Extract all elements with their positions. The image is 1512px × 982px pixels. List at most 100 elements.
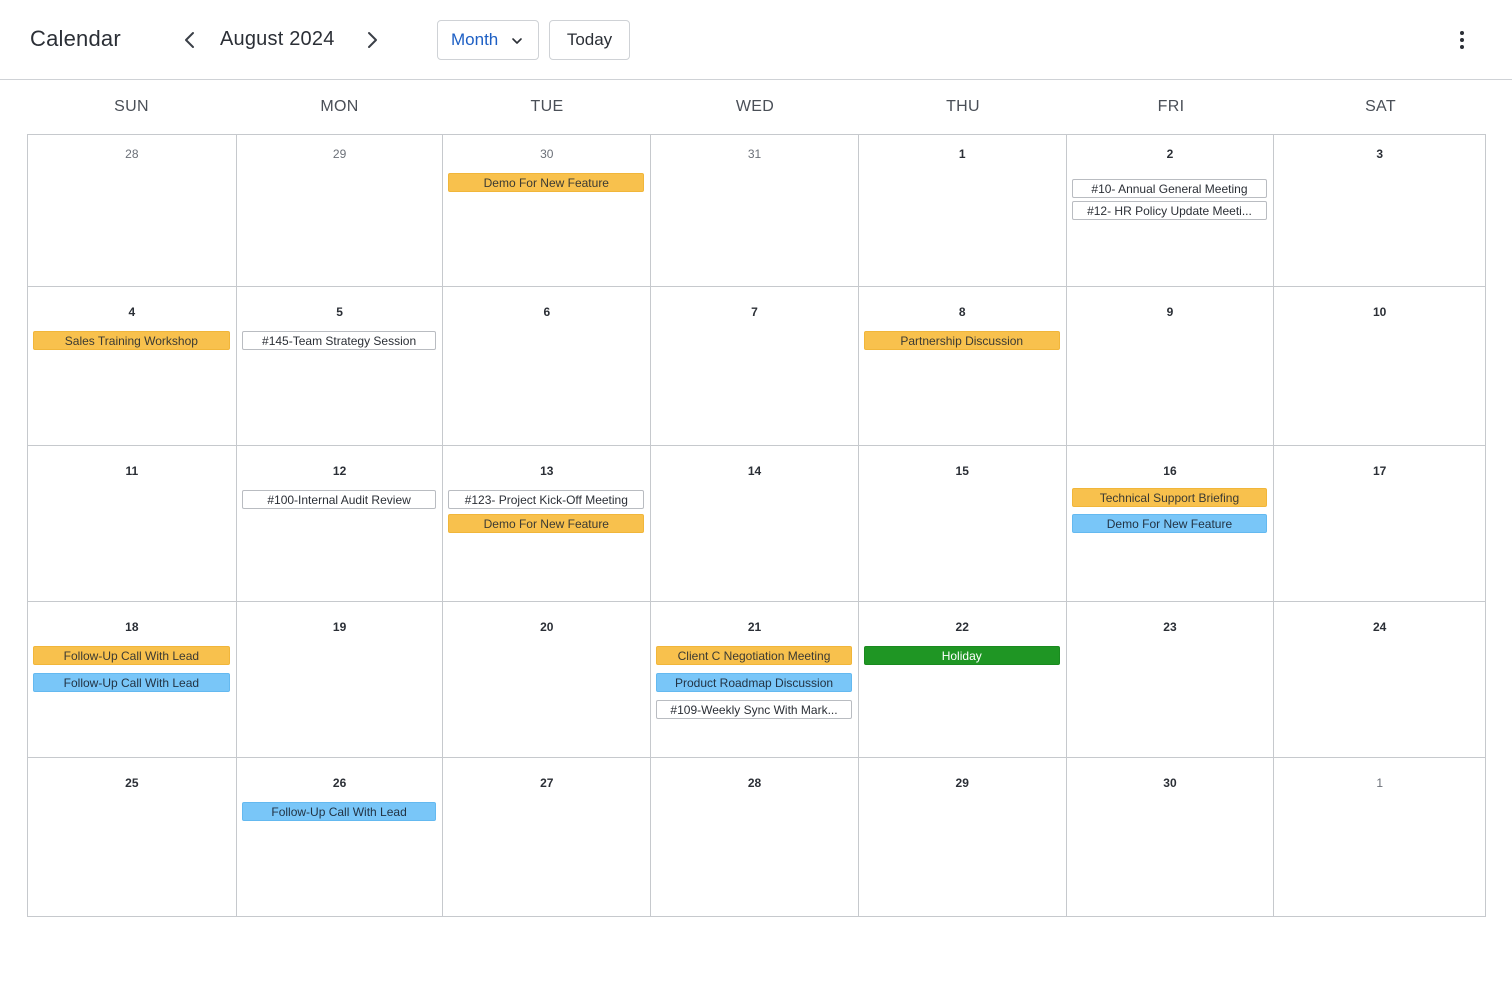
day-cell[interactable]: 28: [651, 758, 859, 916]
week-row: 25 26 Follow-Up Call With Lead 27 28 29 30 1: [28, 758, 1485, 916]
day-cell[interactable]: 30: [1067, 758, 1275, 916]
calendar-event[interactable]: Holiday: [863, 646, 1060, 665]
day-cell[interactable]: 10: [1274, 287, 1486, 446]
day-number: 9: [1166, 305, 1174, 319]
week-row: 11 12 #100-Internal Audit Review 13 #123- Pr…: [28, 446, 1486, 602]
weekday-mon: MON: [320, 98, 359, 115]
day-cell[interactable]: 21 Client C Negotiation Meeting Product Ro…: [651, 602, 859, 758]
day-number: 4: [128, 305, 136, 319]
day-cell[interactable]: 22 Holiday: [858, 602, 1067, 758]
calendar-event[interactable]: #123- Project Kick-Off Meeting: [448, 490, 645, 509]
day-cell[interactable]: 15: [858, 446, 1067, 602]
weekday-thu: THU: [946, 98, 980, 115]
day-cell[interactable]: 17: [1274, 446, 1486, 602]
weekday-sun: SUN: [114, 98, 149, 115]
day-number: 27: [540, 776, 554, 790]
weekday-sat: SAT: [1365, 98, 1396, 115]
weekday-fri: FRI: [1157, 98, 1185, 115]
next-month-button[interactable]: [360, 28, 384, 52]
view-mode-label: Month: [451, 30, 499, 49]
previous-month-button[interactable]: [178, 28, 202, 52]
day-number: 31: [747, 147, 762, 161]
day-cell[interactable]: 18 Follow-Up Call With Lead Follow-Up Call…: [28, 602, 237, 758]
day-cell[interactable]: 3: [1274, 135, 1486, 287]
day-number: 18: [125, 620, 139, 634]
day-cell[interactable]: 29: [859, 758, 1067, 916]
calendar-event[interactable]: #100-Internal Audit Review: [241, 490, 437, 509]
current-month-label: August 2024: [220, 28, 335, 50]
day-cell[interactable]: 31: [651, 135, 859, 287]
calendar-event[interactable]: Partnership Discussion: [863, 331, 1060, 350]
calendar-event[interactable]: #12- HR Policy Update Meeti...: [1071, 201, 1268, 220]
day-number: 3: [1376, 147, 1383, 161]
day-cell[interactable]: 1: [1274, 758, 1485, 916]
day-cell[interactable]: 14: [651, 446, 859, 602]
day-cell[interactable]: 23: [1066, 602, 1275, 758]
weekday-header-row: SUN MON TUE WED THU FRI SAT: [27, 80, 1486, 134]
today-button[interactable]: Today: [549, 20, 630, 60]
day-cell[interactable]: 1: [858, 135, 1067, 287]
day-number: 14: [747, 464, 762, 478]
day-cell[interactable]: 28: [28, 135, 237, 287]
calendar-event[interactable]: Follow-Up Call With Lead: [33, 673, 230, 692]
calendar-event[interactable]: Follow-Up Call With Lead: [241, 802, 437, 821]
day-cell[interactable]: 11: [28, 446, 237, 602]
day-number: 28: [747, 776, 762, 790]
day-number: 2: [1166, 147, 1174, 161]
week-row: 4 Sales Training Workshop 5 #145-Team Strat…: [28, 287, 1486, 446]
day-cell[interactable]: 19: [236, 602, 444, 758]
day-number: 25: [125, 776, 139, 790]
day-cell[interactable]: 6: [443, 287, 652, 446]
calendar-event[interactable]: #145-Team Strategy Session: [241, 331, 437, 350]
day-number: 1: [958, 147, 966, 161]
day-cell[interactable]: 2 #10- Annual General Meeting #12- HR Poli…: [1066, 135, 1275, 287]
day-number: 16: [1163, 464, 1177, 478]
calendar-event[interactable]: Demo For New Feature: [1071, 514, 1268, 533]
day-cell[interactable]: 30 Demo For New Feature: [443, 135, 652, 287]
chevron-down-icon: [512, 38, 522, 44]
calendar-event[interactable]: Follow-Up Call With Lead: [33, 646, 230, 665]
calendar-event[interactable]: Demo For New Feature: [448, 514, 645, 533]
day-number: 26: [332, 776, 347, 790]
day-number: 24: [1372, 620, 1387, 634]
day-number: 13: [540, 464, 554, 478]
day-cell[interactable]: 20: [443, 602, 652, 758]
day-number: 17: [1372, 464, 1387, 478]
calendar-event[interactable]: Technical Support Briefing: [1071, 488, 1268, 507]
day-cell[interactable]: 16 Technical Support Briefing Demo For New…: [1066, 446, 1275, 602]
calendar-event[interactable]: #109-Weekly Sync With Mark...: [656, 700, 852, 719]
weekday-tue: TUE: [530, 98, 564, 115]
day-cell[interactable]: 26 Follow-Up Call With Lead: [237, 758, 444, 916]
chevron-left-icon: [185, 32, 194, 48]
more-options-button[interactable]: [1450, 28, 1474, 52]
calendar-event[interactable]: Demo For New Feature: [448, 173, 645, 192]
day-cell[interactable]: 24: [1274, 602, 1486, 758]
day-cell[interactable]: 13 #123- Project Kick-Off Meeting Demo For…: [443, 446, 652, 602]
day-number: 23: [1163, 620, 1177, 634]
day-cell[interactable]: 5 #145-Team Strategy Session: [236, 287, 444, 446]
day-cell[interactable]: 25: [28, 758, 237, 916]
day-number: 5: [336, 305, 343, 319]
day-number: 12: [332, 464, 347, 478]
calendar-event[interactable]: Product Roadmap Discussion: [656, 673, 852, 692]
calendar-header: Calendar August 2024 Month Today: [0, 0, 1512, 80]
day-number: 11: [125, 464, 139, 478]
day-cell[interactable]: 8 Partnership Discussion: [858, 287, 1067, 446]
day-cell[interactable]: 12 #100-Internal Audit Review: [236, 446, 444, 602]
day-cell[interactable]: 7: [651, 287, 859, 446]
day-cell[interactable]: 29: [236, 135, 444, 287]
day-number: 30: [540, 147, 554, 161]
calendar-event[interactable]: Client C Negotiation Meeting: [656, 646, 852, 665]
weekday-wed: WED: [735, 98, 775, 115]
day-cell[interactable]: 9: [1066, 287, 1275, 446]
month-grid: 28 29 30 Demo For New Feature 31 1 2 #10- Annua…: [27, 134, 1486, 917]
day-number: 15: [955, 464, 969, 478]
calendar-event[interactable]: Sales Training Workshop: [33, 331, 230, 350]
view-mode-select[interactable]: Month: [437, 20, 539, 60]
day-cell[interactable]: 27: [443, 758, 652, 916]
calendar-event[interactable]: #10- Annual General Meeting: [1071, 179, 1268, 198]
day-number: 6: [543, 305, 551, 319]
week-row: 18 Follow-Up Call With Lead Follow-Up Call…: [28, 602, 1486, 758]
day-cell[interactable]: 4 Sales Training Workshop: [28, 287, 237, 446]
day-number: 30: [1163, 776, 1177, 790]
